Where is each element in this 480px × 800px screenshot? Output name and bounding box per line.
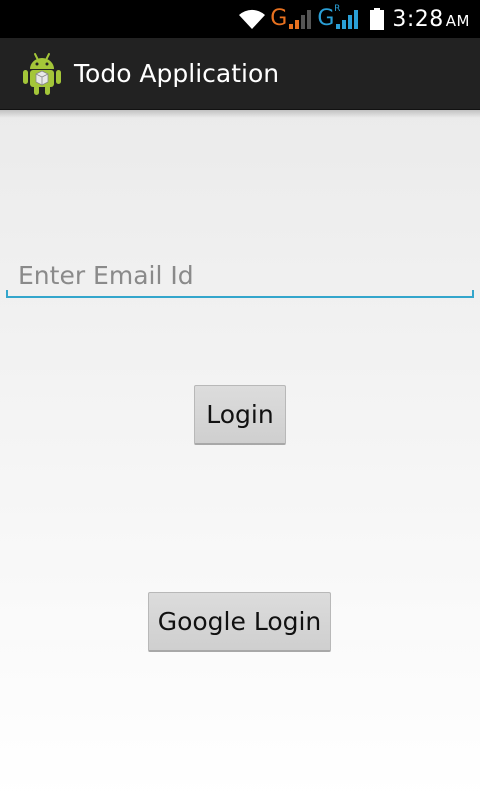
email-field-container xyxy=(6,250,474,298)
login-button[interactable]: Login xyxy=(194,385,286,445)
clock: 3:28 AM xyxy=(392,6,470,32)
network-type-label: G xyxy=(270,6,288,31)
signal-icon xyxy=(289,10,312,29)
main-content: Login Google Login xyxy=(0,110,480,800)
roaming-indicator: R xyxy=(334,4,341,14)
network-type-label-2: GR xyxy=(317,4,341,31)
battery-icon xyxy=(370,8,385,30)
email-input[interactable] xyxy=(6,250,474,296)
action-bar-shadow xyxy=(0,110,480,118)
action-bar: Todo Application xyxy=(0,38,480,110)
wifi-icon xyxy=(239,9,266,29)
android-app-icon xyxy=(23,52,61,95)
google-login-button[interactable]: Google Login xyxy=(148,592,331,652)
app-title: Todo Application xyxy=(74,59,280,88)
status-bar: G GR 3:28 AM xyxy=(0,0,480,38)
